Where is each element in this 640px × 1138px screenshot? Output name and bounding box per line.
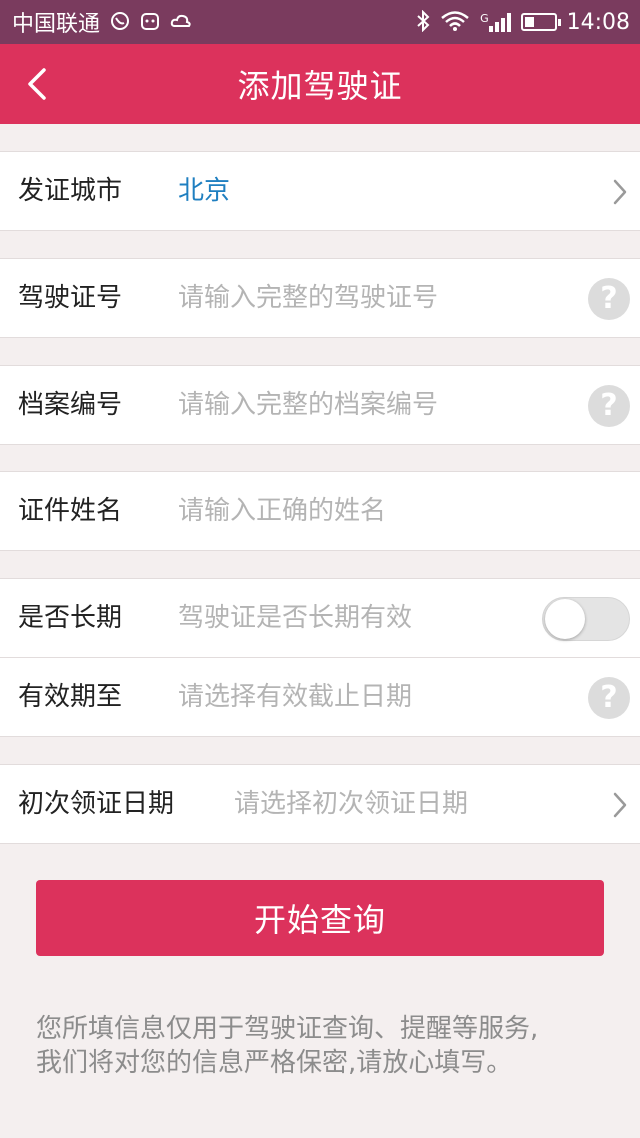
status-bar-right: G 14:08	[416, 9, 630, 35]
first-issue-label: 初次领证日期	[18, 789, 175, 819]
chevron-right-icon	[610, 791, 630, 819]
license-number-label: 驾驶证号	[18, 283, 123, 313]
wifi-icon	[440, 10, 470, 35]
city-value: 北京	[178, 176, 231, 206]
chevron-right-icon	[610, 178, 630, 206]
start-query-button[interactable]: 开始查询	[36, 880, 604, 956]
name-input[interactable]	[178, 472, 568, 550]
carrier-name: 中国联通	[12, 12, 101, 37]
bluetooth-icon	[416, 9, 430, 35]
privacy-notice-line-1: 您所填信息仅用于驾驶证查询、提醒等服务,	[36, 1014, 539, 1044]
weather-icon	[170, 11, 192, 34]
valid-until-label: 有效期至	[18, 682, 123, 712]
privacy-notice: 您所填信息仅用于驾驶证查询、提醒等服务, 我们将对您的信息严格保密,请放心填写。	[36, 1012, 616, 1080]
help-icon[interactable]: ?	[588, 278, 630, 320]
license-number-row: 驾驶证号 ?	[0, 258, 640, 338]
first-issue-placeholder: 请选择初次领证日期	[234, 789, 469, 819]
cat-icon	[140, 11, 160, 34]
long-term-hint: 驾驶证是否长期有效	[178, 603, 413, 633]
long-term-row: 是否长期 驾驶证是否长期有效	[0, 578, 640, 658]
license-number-input[interactable]	[178, 259, 568, 337]
help-icon[interactable]: ?	[588, 385, 630, 427]
chevron-left-icon[interactable]	[22, 66, 58, 102]
name-label: 证件姓名	[18, 496, 123, 526]
status-bar: 中国联通 G 14:08	[0, 0, 640, 44]
long-term-toggle[interactable]	[542, 597, 630, 641]
valid-until-placeholder: 请选择有效截止日期	[178, 682, 413, 712]
first-issue-row[interactable]: 初次领证日期 请选择初次领证日期	[0, 764, 640, 844]
signal-icon: G	[480, 12, 511, 32]
help-icon[interactable]: ?	[588, 677, 630, 719]
file-number-label: 档案编号	[18, 390, 123, 420]
city-label: 发证城市	[18, 176, 123, 206]
file-number-row: 档案编号 ?	[0, 365, 640, 445]
file-number-input[interactable]	[178, 366, 568, 444]
privacy-notice-line-2: 我们将对您的信息严格保密,请放心填写。	[36, 1048, 513, 1078]
title-bar: 添加驾驶证	[0, 44, 640, 124]
battery-icon	[520, 13, 561, 31]
clock: 14:08	[566, 9, 630, 35]
city-row[interactable]: 发证城市 北京	[0, 151, 640, 231]
whatsapp-icon	[110, 11, 130, 34]
network-type: G	[480, 12, 489, 25]
valid-until-row[interactable]: 有效期至 请选择有效截止日期 ?	[0, 657, 640, 737]
status-bar-left: 中国联通	[12, 6, 192, 38]
long-term-label: 是否长期	[18, 603, 123, 633]
page-title: 添加驾驶证	[237, 67, 403, 105]
name-row: 证件姓名	[0, 471, 640, 551]
toggle-knob	[545, 599, 585, 639]
